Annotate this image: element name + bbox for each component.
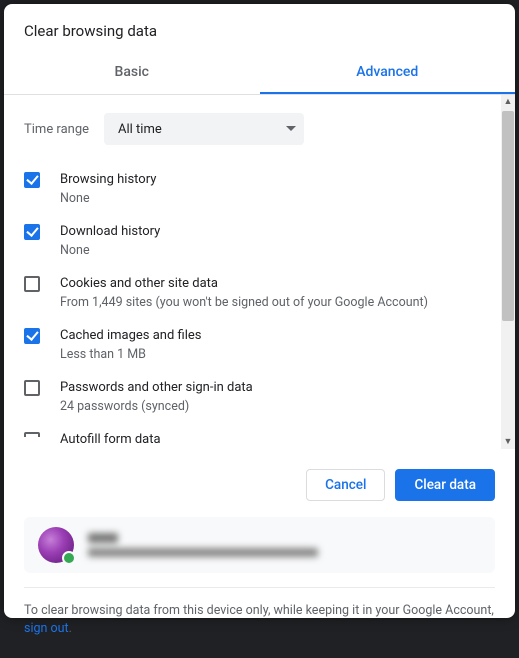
item-sub: From 1,449 sites (you won't be signed ou… — [60, 294, 481, 311]
item-title: Cookies and other site data — [60, 275, 481, 293]
footer-text-b: . — [69, 621, 72, 636]
dialog-buttons: Cancel Clear data — [4, 449, 515, 517]
scrollbar-thumb[interactable] — [502, 111, 514, 321]
scroll-up-icon[interactable]: ▲ — [501, 95, 515, 109]
item-title: Browsing history — [60, 171, 481, 189]
account-info-blurred — [88, 533, 481, 557]
checkbox[interactable] — [24, 224, 40, 240]
scroll-down-icon[interactable]: ▼ — [501, 435, 515, 449]
footer-text-a: To clear browsing data from this device … — [24, 603, 494, 618]
time-range-row: Time range All time — [4, 95, 501, 155]
footer-text: To clear browsing data from this device … — [24, 602, 495, 638]
item-sub: Less than 1 MB — [60, 346, 481, 363]
clear-browsing-data-dialog: Clear browsing data Basic Advanced Time … — [4, 4, 515, 618]
item-sub: 24 passwords (synced) — [60, 398, 481, 415]
checkbox[interactable] — [24, 172, 40, 188]
cancel-button[interactable]: Cancel — [306, 469, 385, 501]
item-title: Cached images and files — [60, 327, 481, 345]
item-browsing-history[interactable]: Browsing history None — [4, 161, 501, 213]
avatar — [38, 527, 74, 563]
item-download-history[interactable]: Download history None — [4, 213, 501, 265]
item-cookies[interactable]: Cookies and other site data From 1,449 s… — [4, 265, 501, 317]
chevron-down-icon — [286, 126, 296, 132]
time-range-dropdown[interactable]: All time — [104, 113, 304, 145]
sync-badge-icon — [62, 551, 76, 565]
checkbox[interactable] — [24, 328, 40, 344]
checkbox[interactable] — [24, 276, 40, 292]
account-card[interactable] — [24, 517, 495, 573]
tab-basic[interactable]: Basic — [4, 54, 260, 94]
time-range-label: Time range — [24, 122, 104, 137]
item-title: Passwords and other sign-in data — [60, 379, 481, 397]
checkbox[interactable] — [24, 432, 40, 448]
tab-advanced[interactable]: Advanced — [260, 54, 516, 94]
tabs: Basic Advanced — [4, 54, 515, 95]
item-passwords[interactable]: Passwords and other sign-in data 24 pass… — [4, 369, 501, 421]
item-title: Autofill form data — [60, 431, 481, 449]
dialog-title: Clear browsing data — [4, 4, 515, 54]
dialog-footer: To clear browsing data from this device … — [4, 517, 515, 658]
scrollbar[interactable]: ▲ ▼ — [501, 95, 515, 449]
item-sub: None — [60, 242, 481, 259]
sign-out-link[interactable]: sign out — [24, 621, 69, 636]
clear-data-button[interactable]: Clear data — [395, 469, 495, 501]
divider — [24, 587, 495, 588]
item-autofill[interactable]: Autofill form data — [4, 421, 501, 449]
item-cached[interactable]: Cached images and files Less than 1 MB — [4, 317, 501, 369]
item-title: Download history — [60, 223, 481, 241]
time-range-value: All time — [118, 122, 162, 137]
checkbox[interactable] — [24, 380, 40, 396]
content-area: Time range All time Browsing history Non… — [4, 95, 501, 449]
item-sub: None — [60, 190, 481, 207]
